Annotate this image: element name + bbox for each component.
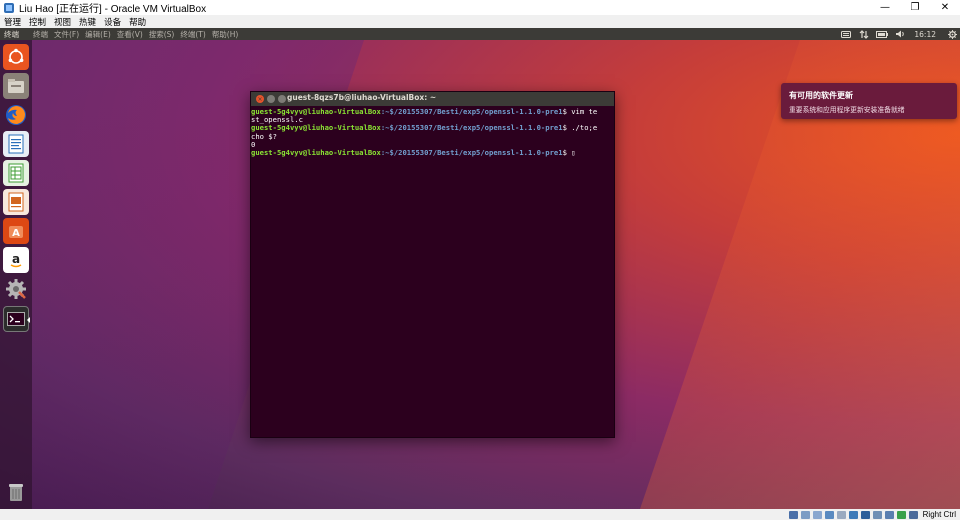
calc-icon[interactable]	[3, 160, 29, 186]
keyboard-capture-icon[interactable]	[908, 510, 918, 519]
firefox-icon[interactable]	[3, 102, 29, 128]
dash-icon[interactable]	[3, 44, 29, 70]
terminal-window[interactable]: × guest-8qzs7b@liuhao-VirtualBox: ~ gues…	[250, 91, 615, 438]
panel-menu-edit[interactable]: 编辑(E)	[85, 29, 111, 40]
software-center-icon[interactable]: A	[3, 218, 29, 244]
host-titlebar: Liu Hao [正在运行] - Oracle VM VirtualBox — …	[0, 0, 960, 15]
video-capture-icon[interactable]	[872, 510, 882, 519]
terminal-titlebar[interactable]: × guest-8qzs7b@liuhao-VirtualBox: ~	[251, 92, 614, 106]
panel-menu-view[interactable]: 查看(V)	[117, 29, 143, 40]
restore-button[interactable]: ❐	[900, 0, 930, 15]
terminal-cursor: ▯	[571, 148, 576, 158]
cpu-icon[interactable]	[884, 510, 894, 519]
minimize-button[interactable]: —	[870, 0, 900, 15]
notification-title: 有可用的软件更新	[789, 91, 853, 100]
hard-disk-icon[interactable]	[788, 510, 798, 519]
virtualbox-app-icon	[4, 2, 14, 13]
terminal-line: guest-5g4vyv@liuhao-VirtualBox:~$/201553…	[251, 123, 598, 133]
terminal-title: guest-8qzs7b@liuhao-VirtualBox: ~	[287, 93, 437, 102]
terminal-icon[interactable]	[3, 306, 30, 332]
writer-icon[interactable]	[3, 131, 29, 157]
terminal-line: guest-5g4vyv@liuhao-VirtualBox:~$/201553…	[251, 148, 576, 158]
terminal-close-button[interactable]: ×	[256, 95, 264, 103]
terminal-line: guest-5g4vyv@liuhao-VirtualBox:~$/201553…	[251, 107, 598, 116]
impress-icon[interactable]	[3, 189, 29, 215]
network-icon[interactable]	[858, 29, 870, 39]
panel-menu-terminal2[interactable]: 终端(T)	[180, 29, 205, 40]
vbox-menubar: 管理 控制 视图 热键 设备 帮助	[0, 15, 960, 28]
svg-text:A: A	[12, 228, 20, 239]
network-adapter-icon[interactable]	[824, 510, 834, 519]
files-icon[interactable]	[3, 73, 29, 99]
panel-menu-terminal[interactable]: 终端	[33, 29, 48, 40]
unity-launcher: A a	[0, 40, 32, 509]
panel-app-name: 终端	[4, 29, 19, 39]
keyboard-icon[interactable]	[840, 29, 852, 39]
panel-clock[interactable]: 16:12	[914, 30, 936, 39]
panel-menu-file[interactable]: 文件(F)	[54, 29, 79, 40]
mouse-integration-icon[interactable]	[896, 510, 906, 519]
active-indicator	[27, 317, 30, 323]
panel-menu-search[interactable]: 搜索(S)	[149, 29, 175, 40]
volume-icon[interactable]	[894, 29, 906, 39]
vbox-menu-machine[interactable]: 管理	[4, 16, 21, 28]
window-title: Liu Hao [正在运行] - Oracle VM VirtualBox	[19, 4, 207, 15]
trash-icon[interactable]	[3, 479, 29, 505]
vbox-menu-view[interactable]: 视图	[54, 16, 71, 28]
terminal-minimize-button[interactable]	[267, 95, 275, 103]
ubuntu-top-panel: 终端 终端 文件(F) 编辑(E) 查看(V) 搜索(S) 终端(T) 帮助(H…	[0, 28, 960, 40]
vbox-menu-hotkey[interactable]: 热键	[79, 16, 96, 28]
gear-icon[interactable]	[946, 29, 958, 39]
amazon-icon[interactable]: a	[3, 247, 29, 273]
notification-body: 重要系统和应用程序更新安装准备就绪	[789, 106, 905, 114]
battery-icon[interactable]	[876, 29, 889, 39]
terminal-maximize-button[interactable]	[278, 95, 286, 103]
usb-icon[interactable]	[836, 510, 846, 519]
window-controls: — ❐ ✕	[870, 0, 960, 15]
shared-folders-icon[interactable]	[848, 510, 858, 519]
audio-icon[interactable]	[812, 510, 822, 519]
panel-menu-help[interactable]: 帮助(H)	[212, 29, 239, 40]
settings-icon[interactable]	[3, 276, 29, 302]
terminal-output[interactable]: guest-5g4vyv@liuhao-VirtualBox:~$/201553…	[251, 106, 614, 157]
vbox-menu-help[interactable]: 帮助	[129, 16, 146, 28]
optical-drive-icon[interactable]	[800, 510, 810, 519]
close-button[interactable]: ✕	[930, 0, 960, 15]
panel-indicators: 16:12	[834, 28, 958, 40]
display-icon[interactable]	[860, 510, 870, 519]
host-key-label: Right Ctrl	[922, 510, 956, 519]
vbox-menu-devices[interactable]: 设备	[104, 16, 121, 28]
terminal-line: cho $?	[251, 131, 277, 141]
update-notification[interactable]: 有可用的软件更新 重要系统和应用程序更新安装准备就绪	[781, 83, 957, 119]
vbox-status-bar: Right Ctrl	[0, 509, 960, 520]
svg-text:a: a	[12, 252, 20, 266]
vbox-menu-control[interactable]: 控制	[29, 16, 46, 28]
